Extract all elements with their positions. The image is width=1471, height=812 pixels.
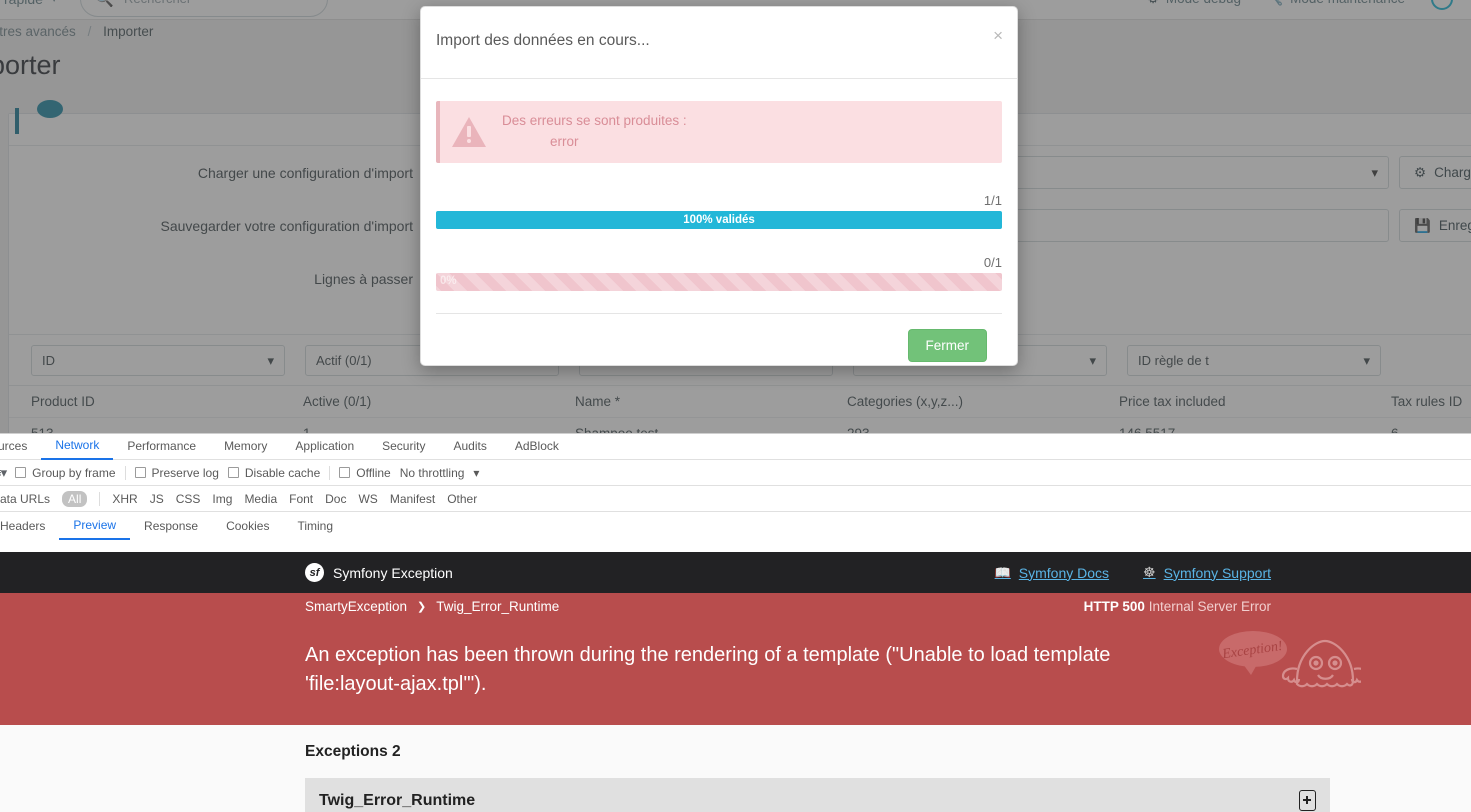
offline-option[interactable]: Offline (339, 465, 391, 480)
filter-xhr[interactable]: XHR (112, 492, 137, 506)
http-status-code: HTTP 500 (1083, 598, 1145, 614)
close-button[interactable]: Fermer (907, 329, 987, 362)
modal-footer: Fermer (436, 313, 1002, 362)
filter-other[interactable]: Other (447, 492, 477, 506)
http-status: HTTP 500 Internal Server Error (1084, 599, 1271, 614)
progress-bar-validated-fill: 100% validés (436, 211, 1002, 229)
preserve-log-label: Preserve log (151, 465, 219, 480)
error-alert-detail: error (550, 134, 579, 149)
exception-card[interactable]: Twig_Error_Runtime (305, 778, 1330, 812)
warning-triangle-icon (452, 117, 486, 147)
http-status-text: Internal Server Error (1148, 598, 1271, 614)
disable-cache-option[interactable]: Disable cache (227, 465, 321, 480)
symfony-support-link[interactable]: ☸ Symfony Support (1143, 564, 1271, 581)
exceptions-heading: Exceptions 2 (305, 743, 401, 760)
symfony-top-bar: sf Symfony Exception 📖 Symfony Docs ☸ Sy… (0, 552, 1471, 593)
filter-data-urls[interactable]: ata URLs (0, 492, 50, 506)
symfony-brand: sf Symfony Exception (305, 563, 453, 582)
filter-img[interactable]: Img (212, 492, 232, 506)
subtab-preview[interactable]: Preview (59, 512, 131, 540)
modal-header: Import des données en cours... × (421, 7, 1017, 79)
devtools-panel: urces Network Performance Memory Applica… (0, 433, 1471, 552)
modal-body: Des erreurs se sont produites : error 1/… (421, 79, 1017, 362)
disable-cache-checkbox[interactable] (227, 467, 239, 478)
tab-audits[interactable]: Audits (439, 434, 500, 459)
plus-box-icon[interactable] (1299, 790, 1316, 811)
symfony-docs-label: Symfony Docs (1018, 564, 1110, 581)
chevron-right-icon: ❯ (417, 600, 427, 613)
symfony-exception-page: sf Symfony Exception 📖 Symfony Docs ☸ Sy… (0, 552, 1471, 812)
progress-bar-imported: 0% (436, 273, 1002, 291)
filter-css[interactable]: CSS (176, 492, 201, 506)
divider (124, 465, 126, 480)
offline-checkbox[interactable] (339, 467, 351, 478)
modal-title: Import des données en cours... (436, 32, 650, 49)
subtab-cookies[interactable]: Cookies (212, 513, 283, 539)
filter-doc[interactable]: Doc (325, 492, 346, 506)
subtab-headers[interactable]: Headers (0, 513, 59, 539)
exception-breadcrumb-second[interactable]: Twig_Error_Runtime (436, 599, 559, 614)
devtools-tab-bar: urces Network Performance Memory Applica… (0, 434, 1471, 460)
filter-js[interactable]: JS (150, 492, 164, 506)
error-alert: Des erreurs se sont produites : error (436, 101, 1002, 163)
preserve-log-checkbox[interactable] (134, 467, 146, 478)
disable-cache-label: Disable cache (244, 465, 321, 480)
import-progress-modal: Import des données en cours... × Des err… (420, 6, 1018, 366)
throttling-select[interactable]: No throttling (400, 466, 465, 480)
divider (329, 465, 331, 480)
lifebuoy-icon: ☸ (1143, 564, 1156, 580)
group-by-frame-option[interactable]: Group by frame (15, 465, 116, 480)
filter-media[interactable]: Media (244, 492, 277, 506)
filter-all[interactable]: All (62, 490, 88, 507)
exception-message: An exception has been thrown during the … (305, 644, 1111, 695)
tab-performance[interactable]: Performance (113, 434, 210, 459)
devtools-filter-bar: ata URLs All XHR JS CSS Img Media Font D… (0, 486, 1471, 512)
devtools-subtab-bar: Headers Preview Response Cookies Timing (0, 512, 1471, 540)
tab-security[interactable]: Security (368, 434, 439, 459)
symfony-brand-label: Symfony Exception (333, 564, 453, 581)
symfony-breadcrumb: SmartyException ❯ Twig_Error_Runtime HTT… (0, 593, 1471, 619)
symfony-docs-link[interactable]: 📖 Symfony Docs (995, 564, 1109, 581)
progress-count-validated: 1/1 (983, 193, 1002, 208)
book-icon: 📖 (994, 564, 1011, 580)
symfony-logo-icon: sf (305, 563, 324, 582)
exception-card-name: Twig_Error_Runtime (319, 791, 476, 809)
filter-manifest[interactable]: Manifest (390, 492, 435, 506)
preserve-log-option[interactable]: Preserve log (134, 465, 219, 480)
tab-sources[interactable]: urces (0, 434, 41, 459)
filter-font[interactable]: Font (289, 492, 313, 506)
tab-network[interactable]: Network (41, 433, 114, 460)
exception-breadcrumb-first[interactable]: SmartyException (305, 599, 407, 614)
subtab-timing[interactable]: Timing (283, 513, 347, 539)
symfony-support-label: Symfony Support (1163, 564, 1271, 581)
exception-message-block: An exception has been thrown during the … (0, 619, 1471, 725)
filter-ws[interactable]: WS (358, 492, 377, 506)
progress-count-imported: 0/1 (983, 255, 1002, 270)
progress-bar-validated: 100% validés (436, 211, 1002, 229)
exceptions-section: Exceptions 2 Twig_Error_Runtime (0, 725, 1471, 812)
tab-memory[interactable]: Memory (210, 434, 281, 459)
progress-bar-imported-label: 0% (440, 275, 457, 287)
tab-application[interactable]: Application (281, 434, 368, 459)
group-by-frame-checkbox[interactable] (15, 467, 27, 478)
error-alert-text: Des erreurs se sont produites : error (502, 111, 687, 153)
exception-mascot-icon: Exception! (1219, 631, 1361, 688)
subtab-response[interactable]: Response (130, 513, 212, 539)
divider (99, 491, 101, 506)
group-by-frame-label: Group by frame (32, 465, 116, 480)
offline-label: Offline (356, 465, 391, 480)
devtools-options-bar: ≡▾ Group by frame Preserve log Disable c… (0, 460, 1471, 486)
chevron-down-icon[interactable]: ▾ (473, 466, 479, 480)
symfony-links: 📖 Symfony Docs ☸ Symfony Support (995, 564, 1271, 581)
error-alert-title: Des erreurs se sont produites : (502, 113, 687, 129)
close-icon[interactable]: × (993, 27, 1003, 44)
tab-adblock[interactable]: AdBlock (501, 434, 573, 459)
filter-icon[interactable]: ≡▾ (0, 465, 7, 481)
